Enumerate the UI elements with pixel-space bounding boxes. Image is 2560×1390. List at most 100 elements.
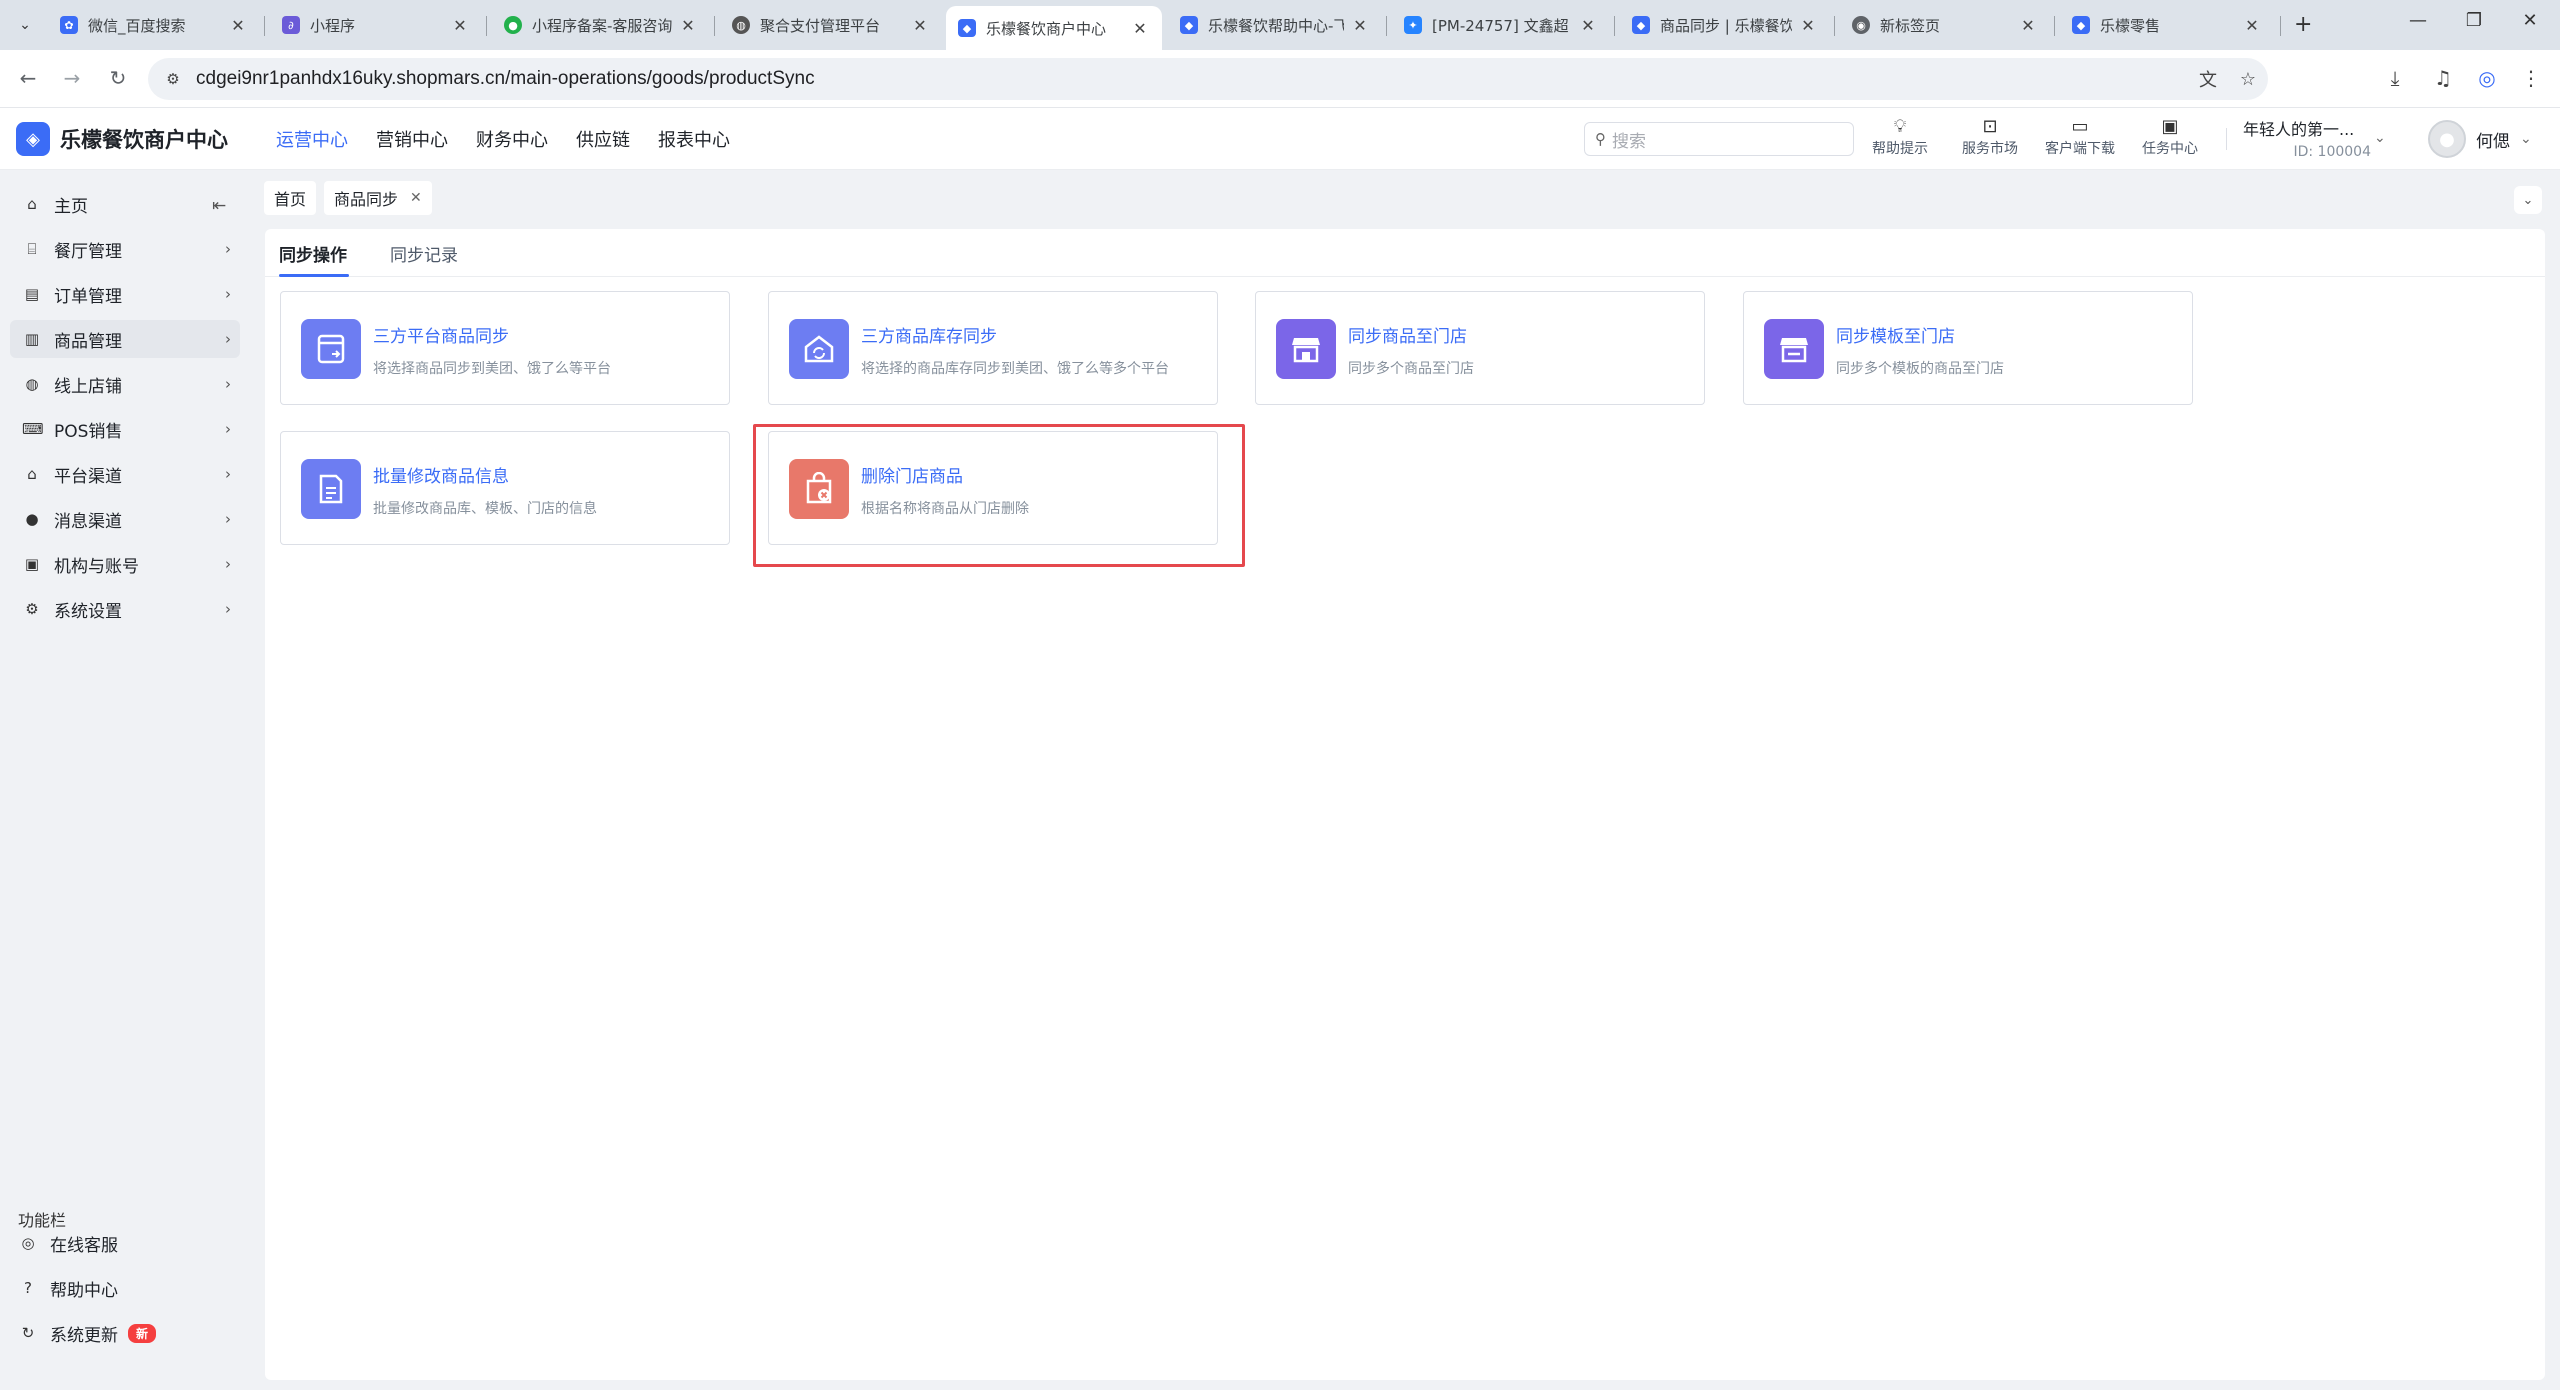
chevron-down-icon[interactable]: ⌄	[2374, 130, 2386, 146]
browser-tab[interactable]: ● 小程序备案-客服咨询 ✕	[492, 6, 710, 44]
home-icon: ⌂	[27, 195, 37, 213]
tab-title: 聚合支付管理平台	[760, 16, 881, 35]
browser-tab[interactable]: ◆ 商品同步 | 乐檬餐饮 ✕	[1620, 6, 1830, 44]
clipboard-icon: ▣	[2161, 116, 2179, 137]
tab-title: 新标签页	[1880, 16, 1941, 35]
close-icon[interactable]: ✕	[410, 190, 422, 206]
translate-icon[interactable]: 文	[2188, 66, 2228, 92]
sidebar-item-help-center[interactable]: ? 帮助中心	[6, 1269, 236, 1307]
main-panel: 同步操作 同步记录 三方平台商品同步 将选择商品同步到美团、饿了么等平台 三方商…	[265, 229, 2545, 1380]
search-input[interactable]: ⚲ 搜索	[1584, 122, 1854, 156]
sidebar-item-orders[interactable]: ▤ 订单管理 ›	[10, 275, 240, 313]
page-tab-home[interactable]: 首页	[264, 181, 317, 215]
close-icon[interactable]: ✕	[228, 16, 248, 35]
sidebar-item-message[interactable]: ● 消息渠道 ›	[10, 500, 240, 538]
sidebar-item-settings[interactable]: ⚙ 系统设置 ›	[10, 590, 240, 628]
media-control-icon[interactable]: ♫	[2428, 66, 2458, 90]
service-market-button[interactable]: ⊡ 服务市场	[1950, 116, 2030, 158]
sidebar-item-online-service[interactable]: ◎ 在线客服	[6, 1224, 236, 1262]
close-window-button[interactable]: ✕	[2510, 10, 2550, 31]
browser-tab-active[interactable]: ◆ 乐檬餐饮商户中心 ✕	[946, 6, 1162, 50]
tab-search-button[interactable]: ⌄	[12, 12, 38, 38]
nav-reports[interactable]: 报表中心	[658, 126, 730, 152]
brand[interactable]: ◈ 乐檬餐饮商户中心	[16, 122, 228, 156]
app-header: ◈ 乐檬餐饮商户中心 运营中心 营销中心 财务中心 供应链 报表中心 ⚲ 搜索 …	[0, 108, 2560, 170]
help-icon: ?	[24, 1279, 32, 1297]
close-icon[interactable]: ✕	[1130, 19, 1150, 38]
card-store-goods-sync[interactable]: 同步商品至门店 同步多个商品至门店	[1255, 291, 1705, 405]
order-icon: ▤	[24, 285, 40, 303]
collapse-sidebar-icon[interactable]: ⇤	[212, 196, 226, 216]
sidebar-item-goods[interactable]: ▥ 商品管理 ›	[10, 320, 240, 358]
search-placeholder: 搜索	[1612, 131, 1646, 152]
close-icon[interactable]: ✕	[1798, 16, 1818, 35]
close-icon[interactable]: ✕	[1350, 16, 1370, 35]
account-switcher[interactable]: 年轻人的第一... ID: 100004	[2243, 116, 2383, 160]
bookmark-star-icon[interactable]: ☆	[2228, 69, 2268, 90]
card-batch-edit[interactable]: 批量修改商品信息 批量修改商品库、模板、门店的信息	[280, 431, 730, 545]
sidebar-item-accounts[interactable]: ▣ 机构与账号 ›	[10, 545, 240, 583]
nav-finance[interactable]: 财务中心	[476, 126, 548, 152]
browser-tab[interactable]: ◍ 聚合支付管理平台 ✕	[720, 6, 942, 44]
browser-tab[interactable]: ✿ 微信_百度搜索 ✕	[48, 6, 260, 44]
help-tips-button[interactable]: 💡︎ 帮助提示	[1860, 116, 1940, 158]
sidebar-item-pos[interactable]: ⌨ POS销售 ›	[10, 410, 240, 448]
sidebar: ⌂ 主页 ⇤ ⌸ 餐厅管理 › ▤ 订单管理 › ▥ 商品管理 › ◍ 线上店铺…	[0, 170, 252, 1390]
card-stock-sync[interactable]: 三方商品库存同步 将选择的商品库存同步到美团、饿了么等多个平台	[768, 291, 1218, 405]
lemeng-icon: ◆	[1632, 16, 1650, 34]
stock-sync-icon	[789, 319, 849, 379]
close-icon[interactable]: ✕	[2242, 16, 2262, 35]
client-download-button[interactable]: ▭ 客户端下载	[2040, 116, 2120, 158]
globe-icon: ◍	[732, 16, 750, 34]
sidebar-item-platform[interactable]: ⌂ 平台渠道 ›	[10, 455, 240, 493]
url-bar[interactable]: ⚙ cdgei9nr1panhdx16uky.shopmars.cn/main-…	[148, 58, 2268, 100]
sidebar-item-online-store[interactable]: ◍ 线上店铺 ›	[10, 365, 240, 403]
close-icon[interactable]: ✕	[678, 16, 698, 35]
chevron-right-icon: ›	[225, 240, 231, 258]
card-platform-goods-sync[interactable]: 三方平台商品同步 将选择商品同步到美团、饿了么等平台	[280, 291, 730, 405]
browser-tab[interactable]: ◉ 新标签页 ✕	[1840, 6, 2050, 44]
pos-icon: ⌨	[22, 420, 44, 438]
chevron-down-icon: ⌄	[19, 17, 31, 33]
card-template-sync[interactable]: 同步模板至门店 同步多个模板的商品至门店	[1743, 291, 2193, 405]
nav-supply-chain[interactable]: 供应链	[576, 126, 630, 152]
close-icon[interactable]: ✕	[450, 16, 470, 35]
restore-button[interactable]: ❐	[2454, 10, 2494, 31]
jira-icon: ✦	[1404, 16, 1422, 34]
nav-operations[interactable]: 运营中心	[276, 126, 348, 152]
new-tab-button[interactable]: +	[2294, 12, 2312, 37]
tab-divider	[1386, 16, 1387, 36]
tab-sync-records[interactable]: 同步记录	[390, 241, 458, 266]
tab-title: 乐檬零售	[2100, 16, 2161, 35]
url-text[interactable]: cdgei9nr1panhdx16uky.shopmars.cn/main-op…	[196, 68, 815, 90]
tab-divider	[1614, 16, 1615, 36]
browser-tab[interactable]: ✦ [PM-24757] 文鑫超 ✕	[1392, 6, 1610, 44]
back-button[interactable]: ←	[14, 66, 42, 90]
reload-button[interactable]: ↻	[104, 66, 132, 90]
user-menu[interactable]: ● 何偲 ⌄	[2428, 120, 2532, 158]
page-tab-product-sync[interactable]: 商品同步 ✕	[324, 181, 432, 215]
profile-icon[interactable]: ◎	[2472, 66, 2502, 90]
tab-sync-operations[interactable]: 同步操作	[279, 241, 347, 266]
url-actions: 文 ☆	[2188, 58, 2268, 100]
forward-button[interactable]: →	[58, 66, 86, 90]
download-icon[interactable]: ⤓	[2380, 66, 2410, 90]
browser-tab[interactable]: ◆ 乐檬餐饮帮助中心-飞 ✕	[1168, 6, 1382, 44]
minimize-button[interactable]: —	[2398, 10, 2438, 31]
sidebar-item-home[interactable]: ⌂ 主页	[10, 185, 240, 223]
tool-label: 客户端下载	[2045, 141, 2115, 157]
close-icon[interactable]: ✕	[910, 16, 930, 35]
nav-marketing[interactable]: 营销中心	[376, 126, 448, 152]
task-center-button[interactable]: ▣ 任务中心	[2130, 116, 2210, 158]
tabs-dropdown-button[interactable]: ⌄	[2514, 186, 2542, 214]
close-icon[interactable]: ✕	[2018, 16, 2038, 35]
close-icon[interactable]: ✕	[1578, 16, 1598, 35]
message-icon: ●	[25, 510, 39, 528]
browser-tab[interactable]: ∂ 小程序 ✕	[270, 6, 482, 44]
more-menu-icon[interactable]: ⋮	[2516, 66, 2546, 90]
site-settings-icon[interactable]: ⚙	[162, 68, 184, 90]
card-title: 同步商品至门店	[1348, 327, 1467, 347]
browser-tab[interactable]: ◆ 乐檬零售 ✕	[2060, 6, 2274, 44]
sidebar-item-restaurant[interactable]: ⌸ 餐厅管理 ›	[10, 230, 240, 268]
sidebar-item-system-update[interactable]: ↻ 系统更新 新	[6, 1314, 236, 1352]
